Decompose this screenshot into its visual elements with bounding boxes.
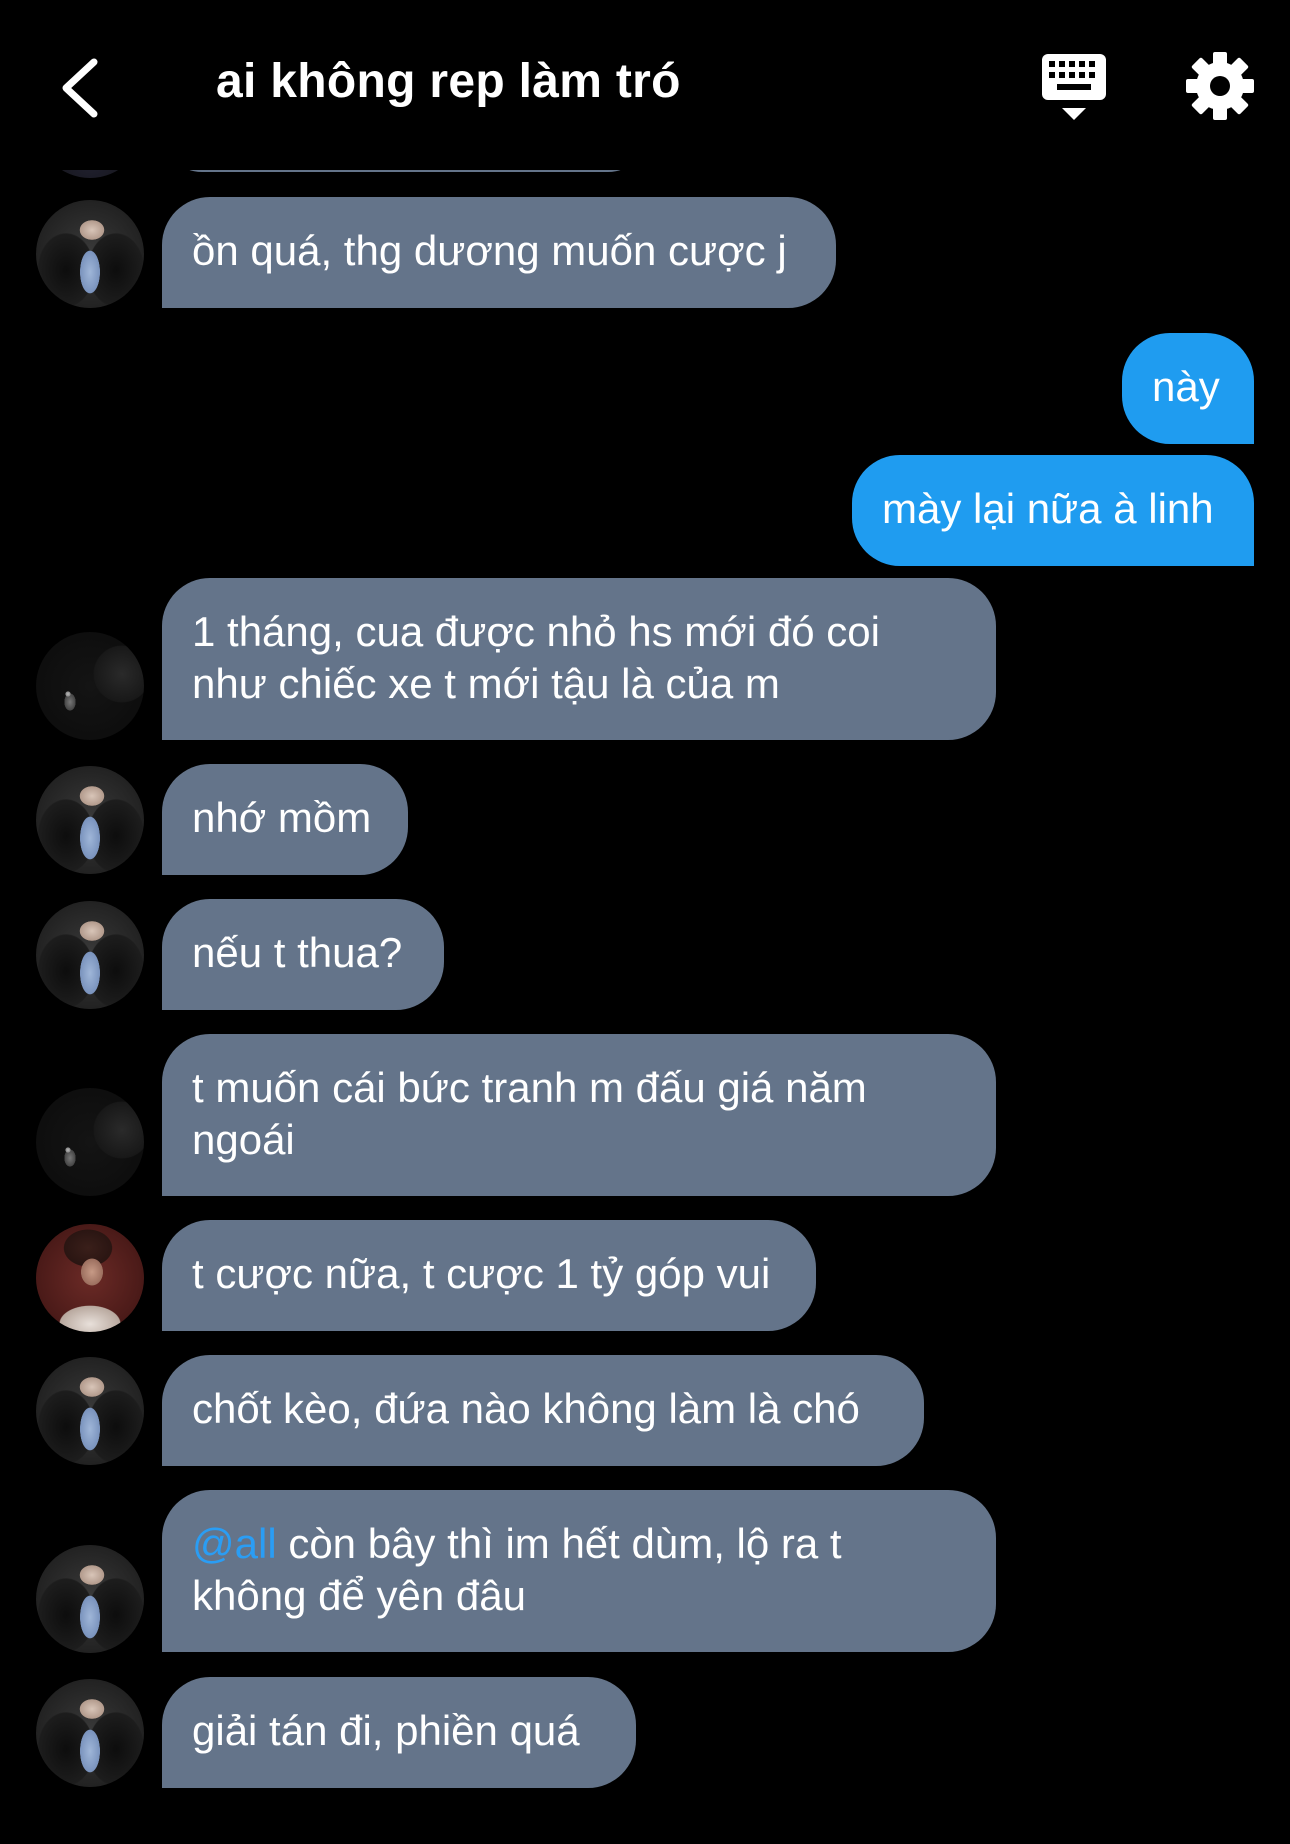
message-bubble[interactable]: nếu t thua? (162, 899, 444, 1010)
message-text: mày lại nữa à linh (882, 485, 1214, 532)
gear-icon (1186, 52, 1254, 120)
message-text: giải tán đi, phiền quá (192, 1707, 580, 1754)
avatar[interactable] (36, 632, 144, 740)
message-bubble[interactable]: ồn quá, thg dương muốn cược j (162, 197, 836, 308)
mention-all-link[interactable]: @all (192, 1520, 277, 1567)
message-text: nếu t thua? (192, 929, 403, 976)
message-text: còn bây thì im hết dùm, lộ ra t (276, 1520, 842, 1567)
avatar[interactable] (36, 766, 144, 874)
avatar[interactable] (36, 1679, 144, 1787)
message-text-line: không để yên đâu (192, 1572, 526, 1619)
message-bubble[interactable]: @all còn bây thì im hết dùm, lộ ra t khô… (162, 1490, 996, 1652)
message-text-line: t muốn cái bức tranh m đấu giá năm (192, 1064, 867, 1111)
message-text: ồn quá, thg dương muốn cược j (192, 227, 787, 274)
message-text: này (1152, 363, 1220, 410)
avatar[interactable] (36, 200, 144, 308)
chevron-left-icon (62, 58, 98, 118)
chat-screen: ai không rep làm tró ồn quá, thg dương m… (0, 0, 1290, 1844)
keyboard-icon (1042, 54, 1106, 120)
message-bubble[interactable]: t cược nữa, t cược 1 tỷ góp vui (162, 1220, 816, 1331)
message-bubble[interactable]: giải tán đi, phiền quá (162, 1677, 636, 1788)
message-bubble[interactable]: này (1122, 333, 1254, 444)
chat-title: ai không rep làm tró (216, 55, 681, 108)
avatar[interactable] (36, 1357, 144, 1465)
back-button[interactable] (40, 48, 120, 128)
settings-button[interactable] (1184, 50, 1256, 122)
message-bubble[interactable]: chốt kèo, đứa nào không làm là chó (162, 1355, 924, 1466)
avatar[interactable] (36, 1088, 144, 1196)
message-text: nhớ mồm (192, 794, 372, 841)
avatar[interactable] (36, 1224, 144, 1332)
avatar[interactable] (36, 1545, 144, 1653)
message-bubble[interactable]: t muốn cái bức tranh m đấu giá năm ngoái (162, 1034, 996, 1196)
message-text-line: @all còn bây thì im hết dùm, lộ ra t (192, 1518, 966, 1570)
message-bubble[interactable]: nhớ mồm (162, 764, 408, 875)
message-text: t cược nữa, t cược 1 tỷ góp vui (192, 1250, 771, 1297)
message-bubble[interactable]: mày lại nữa à linh (852, 455, 1254, 566)
keyboard-button[interactable] (1040, 52, 1108, 122)
message-bubble[interactable]: 1 tháng, cua được nhỏ hs mới đó coi như … (162, 578, 996, 740)
message-text-line: ngoái (192, 1116, 295, 1163)
avatar[interactable] (36, 901, 144, 1009)
message-text-line: như chiếc xe t mới tậu là của m (192, 660, 780, 707)
message-text-line: 1 tháng, cua được nhỏ hs mới đó coi (192, 608, 880, 655)
message-text: chốt kèo, đứa nào không làm là chó (192, 1385, 860, 1432)
chat-header: ai không rep làm tró (0, 0, 1290, 170)
